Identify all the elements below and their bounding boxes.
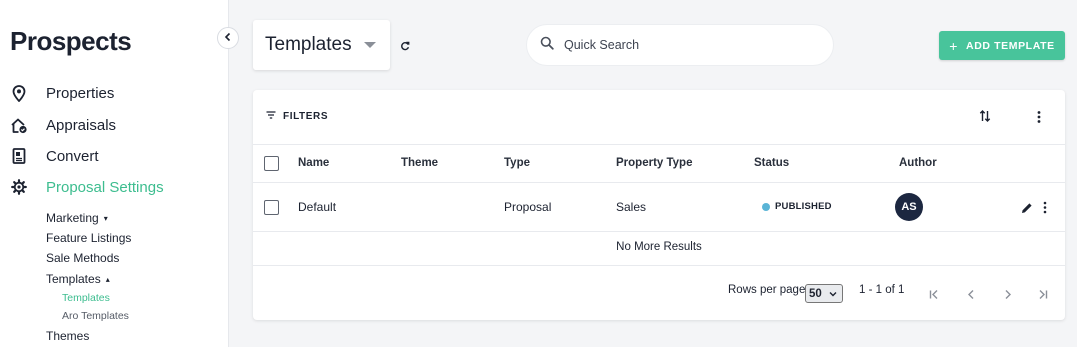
rows-per-page-select[interactable]: 50	[805, 284, 843, 303]
add-template-label: ADD TEMPLATE	[966, 39, 1055, 52]
sub-item-templates[interactable]: Templates ▴	[46, 272, 110, 286]
status-badge: PUBLISHED	[762, 201, 832, 212]
cell-type: Proposal	[504, 200, 552, 214]
row-checkbox[interactable]	[264, 200, 279, 215]
template-type-select[interactable]: Templates	[253, 20, 390, 70]
chevron-down-icon	[829, 288, 837, 300]
sub-item-feature-listings[interactable]: Feature Listings	[46, 231, 131, 245]
sub-item-label: Themes	[46, 329, 90, 343]
filter-icon	[266, 111, 276, 122]
sub-sub-item-templates[interactable]: Templates	[62, 292, 110, 304]
nav-item-appraisals[interactable]: Appraisals	[10, 113, 116, 137]
sidebar: Prospects Properties Appraisals Convert …	[0, 0, 229, 347]
column-header-status[interactable]: Status	[754, 157, 789, 169]
sort-icon[interactable]	[979, 109, 991, 128]
chevron-up-icon: ▴	[105, 274, 110, 284]
select-all-checkbox[interactable]	[264, 156, 279, 171]
previous-page-icon[interactable]	[966, 287, 977, 305]
refresh-icon[interactable]	[400, 38, 412, 51]
nav-item-label: Appraisals	[46, 116, 117, 134]
edit-icon[interactable]	[1021, 201, 1033, 219]
column-header-theme[interactable]: Theme	[401, 157, 438, 169]
avatar: AS	[895, 193, 923, 221]
column-header-type[interactable]: Type	[504, 157, 530, 169]
template-type-select-label: Templates	[265, 34, 352, 55]
status-dot-icon	[762, 202, 770, 211]
plus-icon: +	[949, 37, 959, 54]
home-check-icon	[10, 116, 28, 134]
collapse-sidebar-button[interactable]	[217, 27, 239, 49]
chevron-left-icon	[224, 29, 232, 47]
filters-button[interactable]: FILTERS	[266, 111, 328, 122]
sub-item-label: Marketing	[46, 211, 99, 225]
cell-property-type: Sales	[616, 200, 647, 214]
pagination-range: 1 - 1 of 1	[859, 284, 905, 296]
map-pin-icon	[10, 84, 28, 102]
divider	[253, 144, 1065, 145]
filters-label: FILTERS	[283, 111, 329, 122]
divider	[253, 182, 1065, 183]
sub-item-themes[interactable]: Themes	[46, 329, 89, 343]
nav-item-proposal-settings[interactable]: Proposal Settings	[10, 175, 164, 199]
cell-name: Default	[298, 200, 337, 214]
nav-item-properties[interactable]: Properties	[10, 81, 114, 105]
more-options-icon[interactable]	[1037, 110, 1041, 129]
rows-per-page-label: Rows per page	[728, 284, 806, 296]
document-icon	[10, 147, 28, 165]
last-page-icon[interactable]	[1037, 287, 1048, 305]
nav-item-convert[interactable]: Convert	[10, 144, 99, 168]
column-header-name[interactable]: Name	[298, 157, 329, 169]
rows-per-page-value: 50	[809, 287, 822, 300]
divider	[253, 231, 1065, 232]
sub-item-sale-methods[interactable]: Sale Methods	[46, 251, 119, 265]
dropdown-arrow-icon	[363, 42, 376, 48]
sub-item-label: Feature Listings	[46, 231, 132, 245]
first-page-icon[interactable]	[929, 287, 940, 305]
quick-search[interactable]	[526, 24, 834, 66]
nav-item-label: Proposal Settings	[46, 178, 164, 196]
column-header-author[interactable]: Author	[899, 157, 937, 169]
row-more-options-icon[interactable]	[1043, 201, 1047, 219]
sub-item-label: Sale Methods	[46, 251, 120, 265]
nav-item-label: Properties	[46, 84, 115, 102]
chevron-down-icon: ▾	[103, 213, 108, 223]
divider	[253, 265, 1065, 266]
search-icon	[540, 36, 554, 55]
brand-title: Prospects	[10, 26, 132, 56]
no-more-results-text: No More Results	[616, 241, 702, 253]
sub-sub-item-aro-templates[interactable]: Aro Templates	[62, 310, 129, 322]
column-header-property-type[interactable]: Property Type	[616, 157, 692, 169]
nav-item-label: Convert	[46, 147, 99, 165]
add-template-button[interactable]: + ADD TEMPLATE	[939, 31, 1065, 60]
search-input[interactable]	[564, 38, 804, 52]
gear-icon	[10, 178, 28, 196]
status-label: PUBLISHED	[775, 201, 832, 212]
sub-item-label: Templates	[46, 272, 101, 286]
next-page-icon[interactable]	[1002, 287, 1013, 305]
sub-item-marketing[interactable]: Marketing ▾	[46, 211, 108, 225]
templates-table-card: FILTERS Name Theme Type Property Type St…	[253, 90, 1065, 320]
